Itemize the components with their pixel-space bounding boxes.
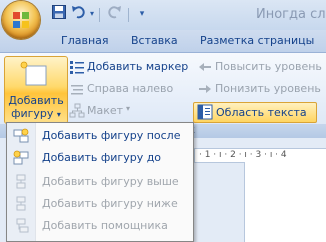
window-title: Иногда сл — [256, 7, 326, 22]
right-to-left-icon — [71, 85, 83, 95]
add-shape-button[interactable]: Добавить фигуру ▾ — [4, 56, 68, 124]
add-shape-after-icon — [13, 128, 29, 143]
redo-icon[interactable] — [105, 5, 123, 23]
ruler-marks: · 1 · ı · 2 · ı · 3 · ı · 4 — [199, 150, 287, 160]
menu-item-add-shape-after[interactable]: Добавить фигуру после — [7, 125, 193, 147]
tab-home[interactable]: Главная — [61, 34, 109, 47]
add-shape-menu: Добавить фигуру после Добавить фигуру до… — [6, 122, 194, 242]
demote-label: Понизить уровень — [215, 82, 321, 95]
add-shape-label-line2: фигуру — [11, 107, 54, 120]
tab-page-layout[interactable]: Разметка страницы — [200, 34, 314, 47]
layout-label: Макет — [87, 104, 124, 117]
office-button[interactable] — [2, 1, 40, 39]
menu-item-add-shape-before[interactable]: Добавить фигуру до — [7, 147, 193, 169]
add-assistant-icon — [16, 218, 29, 233]
add-shape-before-icon — [13, 150, 29, 165]
menu-item-label: Добавить фигуру до — [42, 151, 162, 164]
customize-qat-icon[interactable]: ▾ — [133, 5, 151, 23]
undo-icon[interactable] — [70, 5, 88, 23]
office-logo-icon — [13, 12, 29, 28]
menu-item-label: Добавить помощника — [42, 219, 168, 232]
ribbon-tabs: Главная Вставка Разметка страницы — [0, 30, 326, 52]
bullet-list-icon — [70, 61, 84, 74]
menu-item-label: Добавить фигуру после — [42, 129, 181, 142]
promote-arrow-icon — [199, 63, 211, 71]
add-marker-label: Добавить маркер — [87, 60, 189, 73]
right-to-left-label: Справа налево — [87, 82, 174, 95]
menu-item-add-assistant[interactable]: Добавить помощника — [7, 215, 193, 237]
add-shape-icon — [20, 61, 47, 86]
text-area-label: Область текста — [216, 106, 307, 119]
promote-label: Повысить уровень — [215, 60, 322, 73]
undo-dropdown-icon[interactable]: ▾ — [87, 5, 97, 23]
horizontal-ruler: · 1 · ı · 2 · ı · 3 · ı · 4 — [194, 148, 326, 163]
chevron-down-icon: ▾ — [126, 104, 131, 113]
menu-item-add-shape-above[interactable]: Добавить фигуру выше — [7, 171, 193, 193]
menu-item-label: Добавить фигуру ниже — [42, 197, 178, 210]
title-bar: ▾ ▾ Иногда сл — [0, 0, 326, 39]
add-shape-above-icon — [16, 174, 26, 189]
add-shape-below-icon — [16, 196, 26, 211]
add-shape-label-line1: Добавить — [8, 94, 64, 107]
qat-separator — [128, 8, 129, 22]
text-area-button[interactable]: Область текста — [193, 102, 317, 123]
demote-arrow-icon — [199, 85, 211, 93]
text-pane-icon — [197, 104, 213, 120]
chevron-down-icon: ▾ — [56, 110, 61, 119]
add-shape-label-line2-wrap: фигуру ▾ — [5, 107, 67, 120]
layout-icon — [69, 103, 85, 118]
menu-item-add-shape-below[interactable]: Добавить фигуру ниже — [7, 193, 193, 215]
tab-insert[interactable]: Вставка — [131, 34, 178, 47]
save-icon[interactable] — [50, 5, 68, 23]
qat-separator — [99, 8, 100, 22]
menu-item-label: Добавить фигуру выше — [42, 175, 179, 188]
document-page[interactable] — [244, 162, 326, 242]
